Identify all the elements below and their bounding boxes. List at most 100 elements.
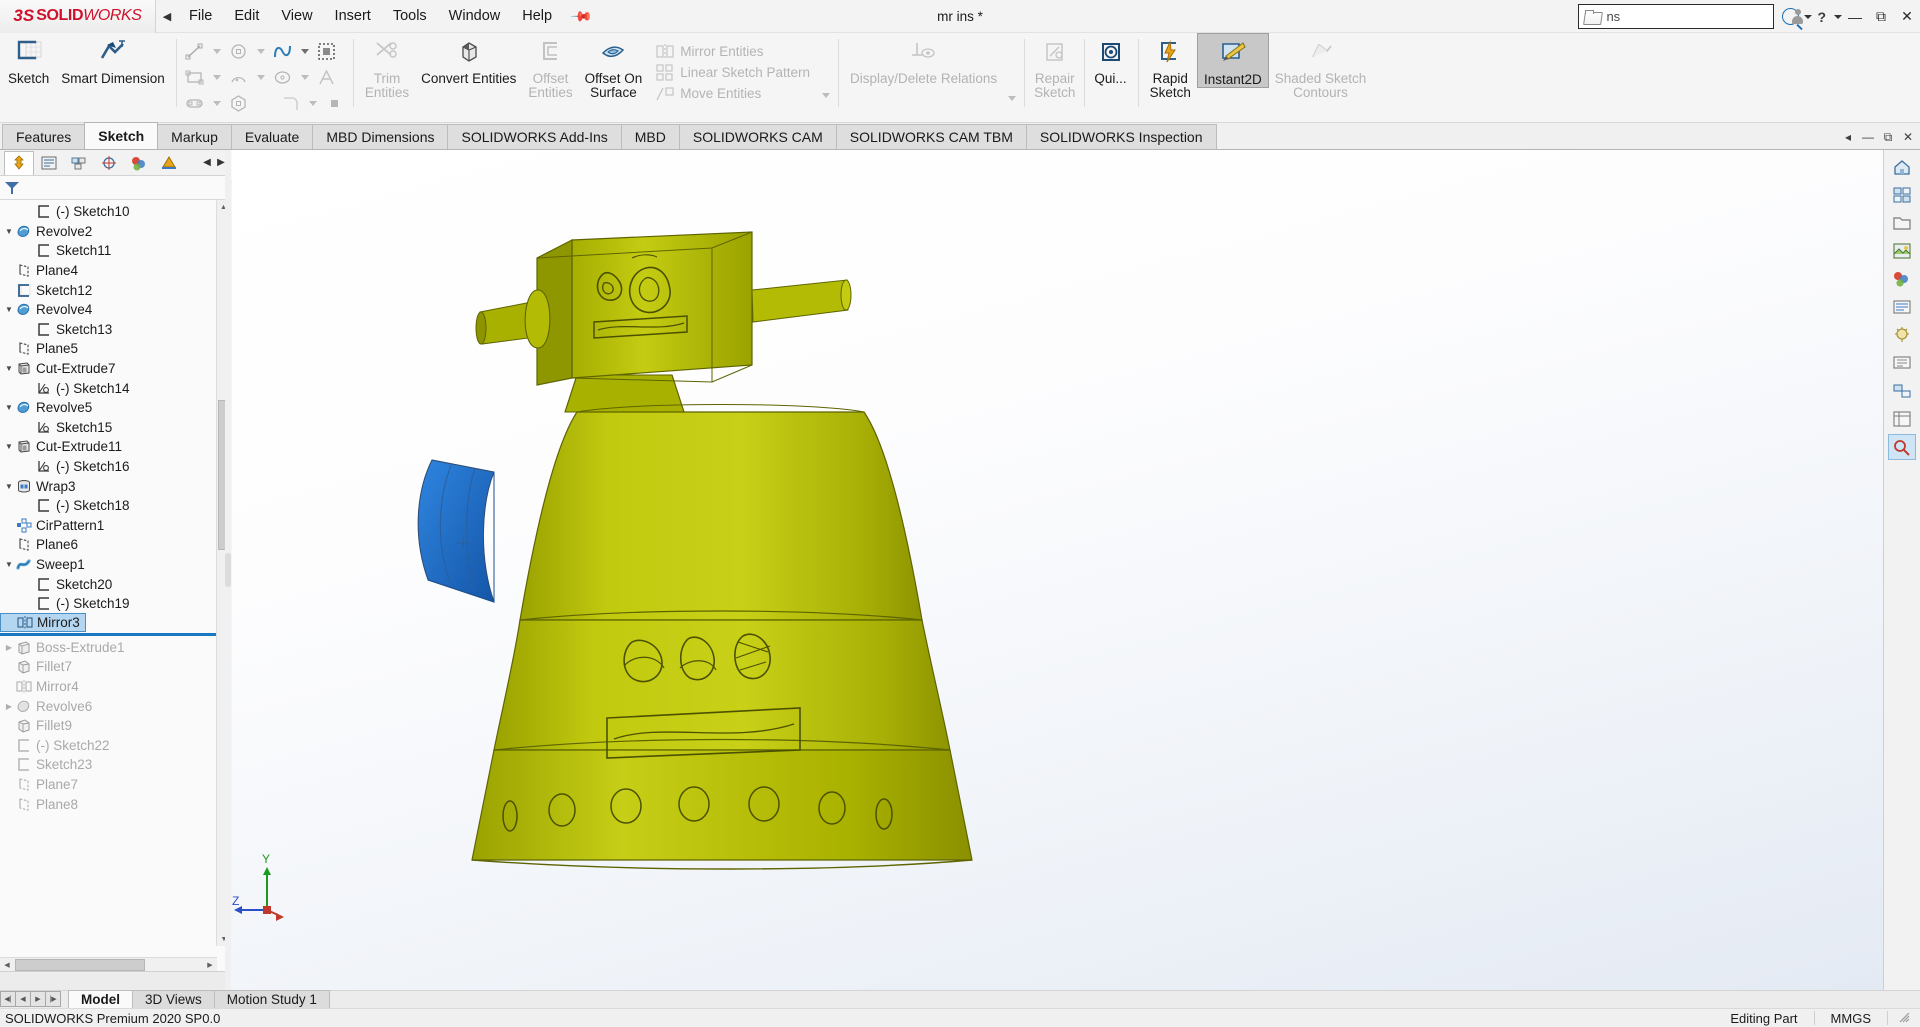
tree-item-selected[interactable]: Mirror3 bbox=[0, 613, 86, 632]
arc-icon[interactable] bbox=[226, 65, 252, 89]
circle-icon[interactable] bbox=[226, 39, 252, 63]
tree-item[interactable]: Plane5 bbox=[0, 339, 216, 359]
appearance-manager-icon[interactable] bbox=[154, 151, 184, 175]
tree-item[interactable]: Sketch20 bbox=[0, 574, 216, 594]
ellipse-icon[interactable] bbox=[270, 65, 296, 89]
custom-properties-icon[interactable] bbox=[1888, 406, 1916, 432]
tree-item[interactable]: ▼Sweep1 bbox=[0, 555, 216, 575]
line-chevron-down-icon[interactable] bbox=[213, 49, 221, 54]
next-tab-icon[interactable]: ▶ bbox=[30, 991, 46, 1007]
trim-select-icon[interactable] bbox=[314, 39, 340, 63]
tree-item[interactable]: CirPattern1 bbox=[0, 516, 216, 536]
solidworks-logo[interactable]: 3S SOLIDWORKS bbox=[0, 0, 156, 33]
sketch-button[interactable]: Sketch bbox=[2, 33, 55, 86]
search-appearance-icon[interactable] bbox=[1888, 434, 1916, 460]
resize-grip-icon[interactable] bbox=[1888, 1011, 1920, 1026]
tree-item[interactable]: Sketch23 bbox=[0, 755, 216, 775]
first-tab-icon[interactable]: ◀| bbox=[0, 991, 16, 1007]
tab-evaluate[interactable]: Evaluate bbox=[231, 124, 313, 149]
chevron-right-icon[interactable]: ▶ bbox=[2, 702, 16, 711]
tree-item[interactable]: Mirror4 bbox=[0, 677, 216, 697]
fillet-icon[interactable] bbox=[278, 91, 304, 115]
status-units[interactable]: MMGS bbox=[1815, 1011, 1887, 1026]
tree-item[interactable]: ▼Wrap3 bbox=[0, 476, 216, 496]
pin-tabs-icon[interactable]: ◂ bbox=[1838, 127, 1858, 147]
tab-mbd[interactable]: MBD bbox=[621, 124, 680, 149]
panel-splitter[interactable] bbox=[225, 150, 231, 990]
chevron-left-icon[interactable]: ◀ bbox=[200, 152, 214, 174]
tab-mbd-dimensions[interactable]: MBD Dimensions bbox=[312, 124, 448, 149]
scenes-icon[interactable] bbox=[1888, 266, 1916, 292]
tree-item[interactable]: Plane4 bbox=[0, 261, 216, 281]
dimxpert-manager-icon[interactable] bbox=[94, 151, 124, 175]
question-mark-icon[interactable]: ? bbox=[1817, 9, 1826, 25]
chevron-left-icon[interactable]: ◀ bbox=[156, 10, 178, 23]
tree-item[interactable]: Sketch11 bbox=[0, 241, 216, 261]
tree-item[interactable]: ▼Revolve4 bbox=[0, 300, 216, 320]
rollback-bar[interactable] bbox=[0, 633, 216, 636]
instant2d-button[interactable]: Instant2D bbox=[1197, 33, 1269, 88]
menu-item-tools[interactable]: Tools bbox=[382, 4, 438, 28]
relations-chevron-down-icon[interactable] bbox=[1008, 96, 1016, 101]
appearances-icon[interactable] bbox=[1888, 238, 1916, 264]
slot-icon[interactable] bbox=[182, 91, 208, 115]
tab-solidworks-cam[interactable]: SOLIDWORKS CAM bbox=[679, 124, 837, 149]
chevron-right-icon[interactable]: ▶ bbox=[2, 643, 16, 652]
ellipse-chevron-down-icon[interactable] bbox=[301, 75, 309, 80]
chevron-down-icon[interactable]: ▼ bbox=[2, 403, 16, 412]
home-view-icon[interactable] bbox=[1888, 154, 1916, 180]
horizontal-scroll-thumb[interactable] bbox=[15, 959, 145, 971]
tab-solidworks-inspection[interactable]: SOLIDWORKS Inspection bbox=[1026, 124, 1217, 149]
fillet-chevron-down-icon[interactable] bbox=[309, 101, 317, 106]
point-icon[interactable] bbox=[322, 91, 348, 115]
tab-features[interactable]: Features bbox=[2, 124, 85, 149]
line-icon[interactable] bbox=[182, 39, 208, 63]
help-search-box[interactable] bbox=[1578, 4, 1774, 29]
display-states-icon[interactable] bbox=[1888, 378, 1916, 404]
tree-item[interactable]: Plane7 bbox=[0, 775, 216, 795]
tree-item[interactable]: (-) Sketch19 bbox=[0, 594, 216, 614]
tree-item[interactable]: Plane8 bbox=[0, 794, 216, 814]
restore-window-icon[interactable]: ⧉ bbox=[1868, 0, 1894, 33]
circle-chevron-down-icon[interactable] bbox=[257, 49, 265, 54]
menu-item-file[interactable]: File bbox=[178, 4, 223, 28]
tree-item[interactable]: ▼Cut-Extrude11 bbox=[0, 437, 216, 457]
tree-item[interactable]: ▼Revolve5 bbox=[0, 398, 216, 418]
prev-tab-icon[interactable]: ◀ bbox=[15, 991, 31, 1007]
last-tab-icon[interactable]: |▶ bbox=[45, 991, 61, 1007]
filter-funnel-icon[interactable] bbox=[5, 181, 19, 195]
graphics-viewport[interactable]: Y Z bbox=[232, 150, 1883, 990]
open-folder-icon[interactable] bbox=[1888, 210, 1916, 236]
lights-cameras-icon[interactable] bbox=[1888, 322, 1916, 348]
tree-item[interactable]: ▼Revolve2 bbox=[0, 222, 216, 242]
chevron-down-icon[interactable]: ▼ bbox=[2, 227, 16, 236]
chevron-down-icon[interactable]: ▼ bbox=[2, 442, 16, 451]
tree-item[interactable]: Plane6 bbox=[0, 535, 216, 555]
bottom-tab-model[interactable]: Model bbox=[68, 990, 133, 1008]
feature-manager-design-tree-icon[interactable] bbox=[4, 151, 34, 175]
chevron-down-icon[interactable]: ▼ bbox=[2, 560, 16, 569]
feature-tree-horizontal-scrollbar[interactable]: ◀ ▶ bbox=[0, 957, 217, 971]
tree-item[interactable]: Sketch12 bbox=[0, 280, 216, 300]
chevron-down-icon[interactable]: ▼ bbox=[2, 482, 16, 491]
annotations-icon[interactable] bbox=[1888, 350, 1916, 376]
tree-item[interactable]: Fillet9 bbox=[0, 716, 216, 736]
scroll-right-icon[interactable]: ▶ bbox=[203, 958, 217, 972]
pattern-group-chevron-down-icon[interactable] bbox=[822, 93, 830, 98]
chevron-down-icon[interactable]: ▼ bbox=[2, 305, 16, 314]
rectangle-icon[interactable] bbox=[182, 65, 208, 89]
bottom-tab-3d-views[interactable]: 3D Views bbox=[132, 990, 215, 1008]
view-palette-icon[interactable] bbox=[1888, 182, 1916, 208]
tree-item[interactable]: (-) Sketch18 bbox=[0, 496, 216, 516]
pushpin-icon[interactable]: 📌 bbox=[570, 4, 594, 28]
text-icon[interactable] bbox=[314, 65, 340, 89]
property-manager-icon[interactable] bbox=[34, 151, 64, 175]
menu-item-view[interactable]: View bbox=[270, 4, 323, 28]
tab-solidworks-cam-tbm[interactable]: SOLIDWORKS CAM TBM bbox=[836, 124, 1027, 149]
spline-icon[interactable] bbox=[270, 39, 296, 63]
user-account-icon[interactable] bbox=[1791, 9, 1804, 24]
close-doc-icon[interactable]: ✕ bbox=[1898, 127, 1918, 147]
robot-model-3d[interactable] bbox=[232, 150, 1883, 990]
minimize-icon[interactable]: — bbox=[1842, 0, 1868, 33]
tree-item[interactable]: ▶Boss-Extrude1 bbox=[0, 637, 216, 657]
